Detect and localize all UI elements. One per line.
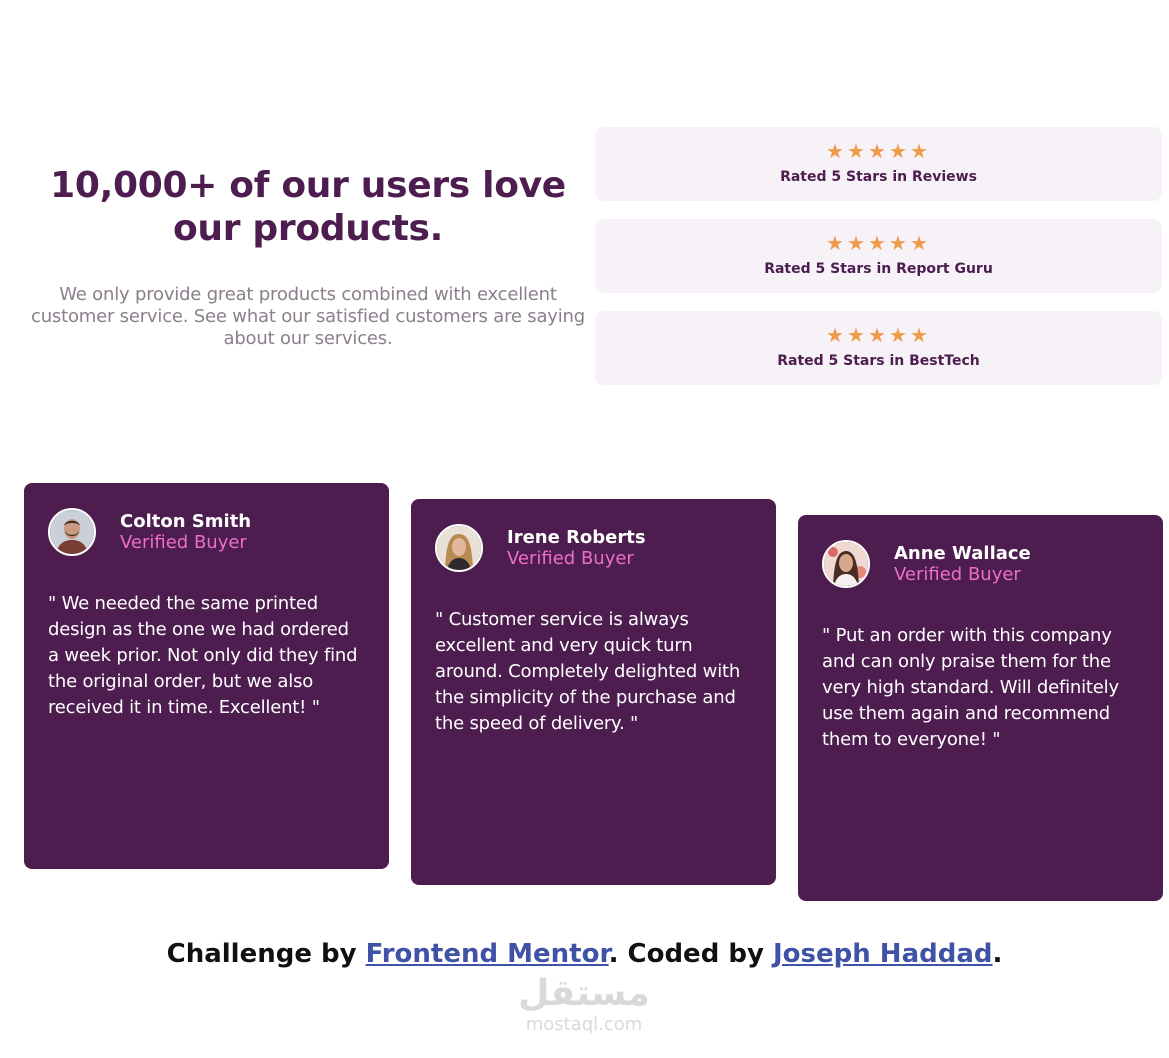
star-icon: ★	[910, 231, 931, 255]
intro-text: We only provide great products combined …	[31, 284, 585, 349]
rating-label: Rated 5 Stars in Report Guru	[764, 261, 993, 277]
star-icon: ★	[889, 139, 910, 163]
star-icon: ★	[826, 323, 847, 347]
star-icon: ★	[868, 139, 889, 163]
author-link[interactable]: Joseph Haddad	[773, 939, 993, 969]
star-icon: ★	[889, 231, 910, 255]
avatar-photo-icon	[48, 508, 96, 556]
rating-reviews: ★★★★★ Rated 5 Stars in Reviews	[595, 127, 1162, 201]
testimonial-header: Irene Roberts Verified Buyer	[435, 523, 752, 573]
avatar-photo-icon	[822, 540, 870, 588]
frontend-mentor-link[interactable]: Frontend Mentor	[366, 939, 609, 969]
reviewer-name: Anne Wallace	[894, 543, 1031, 564]
testimonial-quote: " We needed the same printed design as t…	[48, 593, 358, 718]
page-title: 10,000+ of our users love our products.	[50, 165, 566, 249]
testimonial-quote: " Customer service is always excellent a…	[435, 609, 741, 734]
testimonial-quote: " Put an order with this company and can…	[822, 625, 1119, 750]
avatar-photo-icon	[435, 524, 483, 572]
testimonial-card-colton: Colton Smith Verified Buyer " We needed …	[24, 483, 389, 869]
watermark-url: mostaql.com	[525, 1014, 643, 1035]
star-rating: ★★★★★	[595, 311, 1162, 345]
challenge-prefix: Challenge by	[166, 939, 366, 969]
star-icon: ★	[868, 323, 889, 347]
reviewer-role: Verified Buyer	[507, 548, 634, 569]
reviewer-info: Anne Wallace Verified Buyer	[894, 543, 1031, 585]
reviewer-name: Colton Smith	[120, 511, 252, 532]
social-proof-page: 10,000+ of our users love our products. …	[0, 0, 1169, 1058]
rating-besttech: ★★★★★ Rated 5 Stars in BestTech	[595, 311, 1162, 385]
testimonial-card-anne: Anne Wallace Verified Buyer " Put an ord…	[798, 515, 1163, 901]
testimonial-header: Colton Smith Verified Buyer	[48, 507, 365, 557]
star-icon: ★	[847, 323, 868, 347]
testimonial-card-irene: Irene Roberts Verified Buyer " Customer …	[411, 499, 776, 885]
watermark-arabic: مستقل	[518, 973, 650, 1014]
star-icon: ★	[847, 231, 868, 255]
reviewer-name: Irene Roberts	[507, 527, 646, 548]
star-rating: ★★★★★	[595, 127, 1162, 161]
star-icon: ★	[910, 323, 931, 347]
intro-section: 10,000+ of our users love our products. …	[22, 164, 594, 350]
reviewer-info: Irene Roberts Verified Buyer	[507, 527, 646, 569]
rating-label: Rated 5 Stars in BestTech	[777, 353, 980, 369]
star-icon: ★	[910, 139, 931, 163]
star-icon: ★	[868, 231, 889, 255]
attribution-footer: Challenge by Frontend Mentor. Coded by J…	[0, 936, 1169, 972]
star-icon: ★	[826, 231, 847, 255]
coded-prefix: . Coded by	[608, 939, 773, 969]
rating-report-guru: ★★★★★ Rated 5 Stars in Report Guru	[595, 219, 1162, 293]
reviewer-role: Verified Buyer	[120, 532, 247, 553]
star-icon: ★	[889, 323, 910, 347]
star-rating: ★★★★★	[595, 219, 1162, 253]
watermark: مستقل mostaql.com	[484, 973, 684, 1035]
rating-label: Rated 5 Stars in Reviews	[780, 169, 977, 185]
footer-suffix: .	[992, 939, 1003, 969]
testimonial-header: Anne Wallace Verified Buyer	[822, 539, 1139, 589]
star-icon: ★	[826, 139, 847, 163]
reviewer-role: Verified Buyer	[894, 564, 1021, 585]
reviewer-info: Colton Smith Verified Buyer	[120, 511, 251, 553]
star-icon: ★	[847, 139, 868, 163]
